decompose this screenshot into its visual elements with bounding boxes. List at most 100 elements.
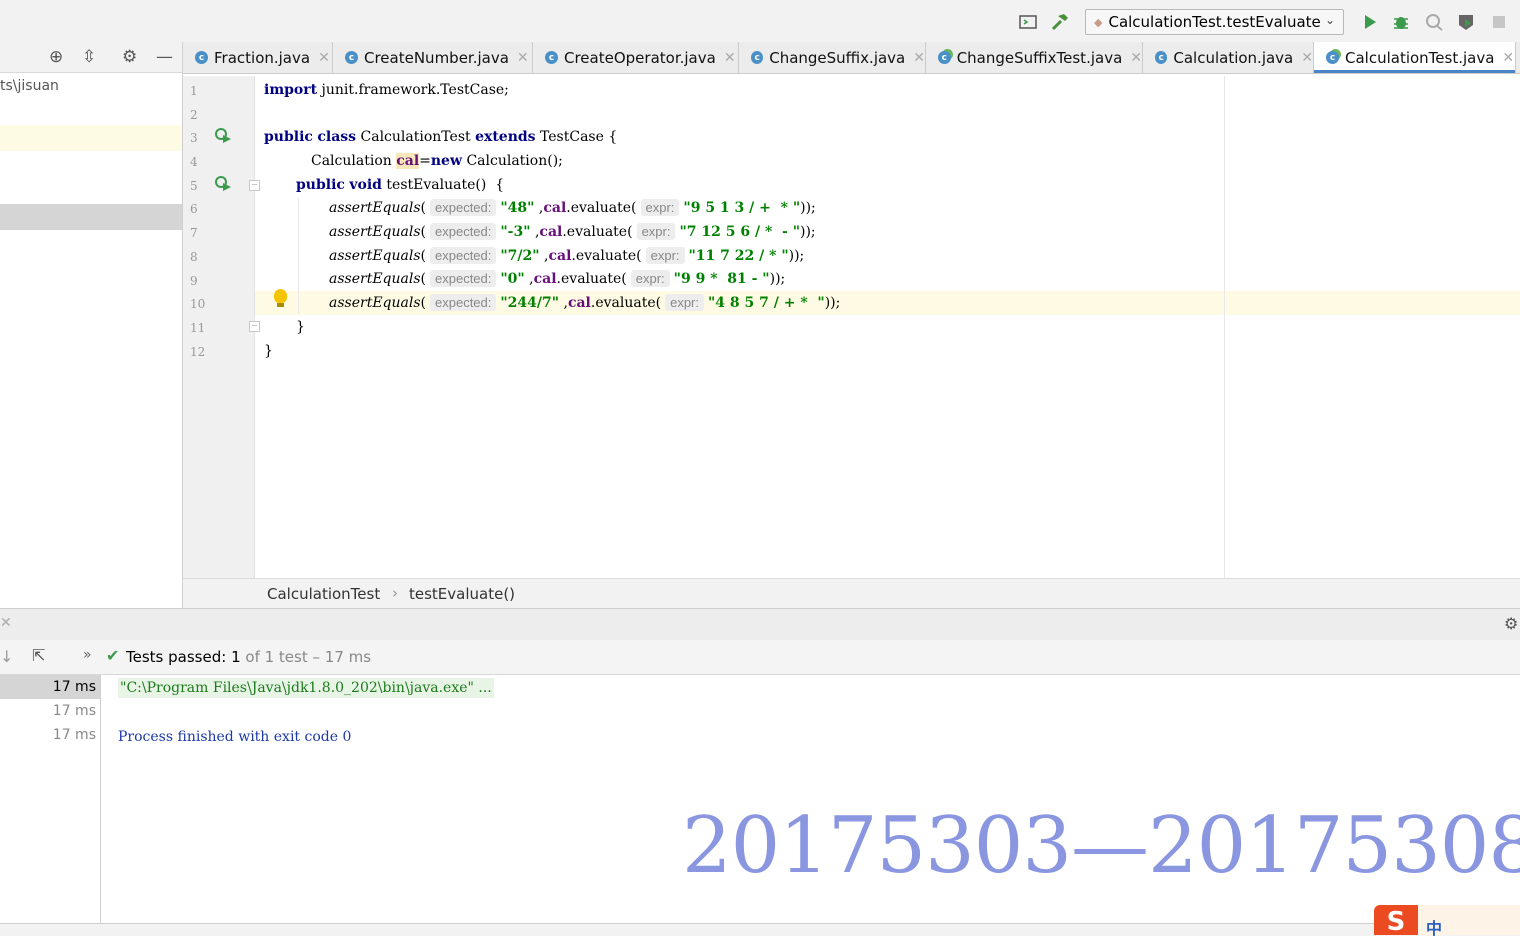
line-number: 11 — [190, 321, 206, 335]
stop-icon[interactable] — [1489, 12, 1509, 32]
test-status: Tests passed: 1 of 1 test – 17 ms — [126, 648, 371, 666]
close-icon[interactable]: ✕ — [913, 50, 925, 66]
class-icon: c — [195, 51, 208, 64]
run-config-label: CalculationTest.testEvaluate — [1108, 13, 1321, 31]
intention-bulb-icon[interactable] — [274, 289, 287, 303]
tab-label: CreateOperator.java — [564, 48, 716, 67]
code-line-3: public class CalculationTest extends Tes… — [264, 129, 618, 145]
code-line-8: assertEquals(expected: "7/2" ,cal.evaluat… — [329, 247, 805, 264]
test-tree-row[interactable]: 17 ms — [0, 699, 100, 723]
project-tree-row-selected[interactable] — [0, 204, 182, 230]
code-line-12: } — [264, 343, 273, 359]
status-bar — [0, 923, 1520, 936]
line-number: 4 — [190, 155, 198, 169]
tab-calculationtest[interactable]: c CalculationTest.java ✕ — [1314, 42, 1516, 73]
total-tests: of 1 test — [245, 648, 308, 666]
close-icon[interactable]: ✕ — [1301, 50, 1313, 66]
terminal-icon[interactable] — [1018, 12, 1038, 32]
status-label: Tests passed: — [126, 648, 227, 666]
ime-language[interactable]: 中 — [1426, 915, 1442, 939]
test-tree-row[interactable]: 17 ms — [0, 723, 100, 747]
more-icon[interactable]: » — [83, 647, 92, 663]
export-icon[interactable]: ⇱ — [32, 646, 45, 665]
run-test-class-icon[interactable] — [214, 126, 232, 148]
fold-end-icon[interactable]: − — [249, 321, 260, 332]
code-line-7: assertEquals(expected: "-3" ,cal.evaluate… — [329, 223, 816, 240]
tab-fraction[interactable]: c Fraction.java ✕ — [183, 42, 333, 73]
param-hint: expected: — [430, 270, 497, 287]
param-hint: expected: — [430, 247, 497, 264]
coverage-icon[interactable] — [1424, 12, 1444, 32]
class-icon: c — [545, 51, 558, 64]
breadcrumb-class[interactable]: CalculationTest — [267, 585, 380, 603]
close-icon[interactable]: ✕ — [517, 50, 529, 66]
collapse-all-icon[interactable]: ⇳ — [82, 47, 96, 67]
project-tree-row[interactable] — [0, 125, 182, 151]
close-icon[interactable]: ✕ — [1502, 50, 1514, 66]
close-icon[interactable]: ✕ — [318, 50, 330, 66]
sogou-logo-icon: S — [1374, 905, 1418, 937]
tab-label: CalculationTest.java — [1345, 48, 1495, 67]
code-line-6: assertEquals(expected: "48" ,cal.evaluate… — [329, 199, 816, 216]
code-line-11: } — [296, 319, 305, 335]
close-icon[interactable]: ✕ — [0, 615, 12, 631]
run-configuration-select[interactable]: ◆ CalculationTest.testEvaluate ⌄ — [1085, 9, 1344, 35]
close-icon[interactable]: ✕ — [1130, 50, 1142, 66]
gear-icon[interactable]: ⚙ — [1504, 614, 1518, 633]
param-hint: expected: — [430, 294, 497, 311]
tab-calculation[interactable]: c Calculation.java ✕ — [1143, 42, 1314, 73]
param-hint: expr: — [665, 294, 704, 311]
line-number: 1 — [190, 84, 198, 98]
run-test-method-icon[interactable] — [214, 174, 232, 196]
class-icon: c — [1155, 51, 1168, 64]
line-number: 5 — [190, 179, 198, 193]
code-line-5: public void testEvaluate() { — [296, 177, 505, 193]
gear-icon[interactable]: ⚙ — [122, 47, 137, 67]
arrow-down-icon[interactable]: ↓ — [0, 647, 13, 666]
run-icon[interactable] — [1360, 12, 1380, 32]
right-margin-guide — [1224, 76, 1225, 578]
tab-label: ChangeSuffix.java — [769, 48, 906, 67]
student-id-watermark: 20175303—20175308 — [682, 801, 1520, 891]
line-number: 7 — [190, 226, 198, 240]
param-hint: expr: — [640, 199, 680, 216]
param-hint: expected: — [430, 199, 497, 216]
project-path[interactable]: ts\jisuan — [0, 78, 59, 94]
test-duration: – 17 ms — [312, 648, 372, 666]
param-hint: expr: — [645, 247, 685, 264]
project-pane: ⊕ ⇳ ⚙ — ts\jisuan — [0, 42, 183, 608]
line-number: 3 — [190, 131, 198, 145]
tab-changesuffix[interactable]: c ChangeSuffix.java ✕ — [739, 42, 926, 73]
project-pane-header: ⊕ ⇳ ⚙ — — [0, 42, 182, 73]
code-editor[interactable] — [255, 76, 1520, 578]
run-config-icon: ◆ — [1094, 15, 1103, 29]
test-tree-row[interactable]: 17 ms — [0, 675, 100, 699]
test-results-toolbar: ↓ ⇱ » ✔ Tests passed: 1 of 1 test – 17 m… — [0, 640, 1520, 675]
indent-guide — [298, 198, 299, 314]
tab-label: Calculation.java — [1173, 48, 1294, 67]
tab-label: ChangeSuffixTest.java — [956, 48, 1123, 67]
param-hint: expected: — [430, 223, 497, 240]
tab-createoperator[interactable]: c CreateOperator.java ✕ — [533, 42, 739, 73]
editor-tabs: c Fraction.java ✕ c CreateNumber.java ✕ … — [183, 42, 1520, 74]
breadcrumb-method[interactable]: testEvaluate() — [409, 585, 515, 603]
build-hammer-icon[interactable] — [1050, 12, 1070, 32]
chevron-down-icon: ⌄ — [1324, 13, 1335, 27]
param-hint: expr: — [636, 223, 676, 240]
tab-changesuffixtest[interactable]: c ChangeSuffixTest.java ✕ — [926, 42, 1143, 73]
close-icon[interactable]: ✕ — [724, 50, 736, 66]
console-exit-line: Process finished with exit code 0 — [118, 729, 352, 745]
class-icon: c — [345, 51, 358, 64]
intention-bulb-base — [277, 303, 284, 307]
code-line-9: assertEquals(expected: "0" ,cal.evaluate(… — [329, 270, 786, 287]
test-class-icon: c — [1326, 51, 1339, 64]
class-icon: c — [751, 51, 764, 64]
locate-icon[interactable]: ⊕ — [49, 47, 63, 67]
profile-icon[interactable] — [1456, 12, 1476, 32]
hide-icon[interactable]: — — [156, 47, 173, 67]
debug-icon[interactable] — [1391, 12, 1411, 32]
fold-collapse-icon[interactable]: − — [249, 180, 260, 191]
ime-toolbar[interactable]: S 中 — [1374, 905, 1520, 938]
tab-createnumber[interactable]: c CreateNumber.java ✕ — [333, 42, 533, 73]
tab-label: CreateNumber.java — [364, 48, 509, 67]
